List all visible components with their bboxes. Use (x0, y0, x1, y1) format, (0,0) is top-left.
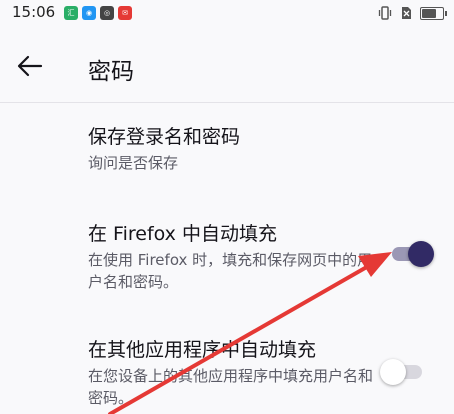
pref-title: 保存登录名和密码 (88, 126, 241, 148)
battery-level (422, 8, 436, 18)
app-bar: 密码 (0, 28, 454, 103)
autofill-other-apps-toggle[interactable] (380, 358, 428, 386)
autofill-other-apps-pref[interactable]: 在其他应用程序中自动填充 在您设备上的其他应用程序中填充用户名和密码。 (88, 337, 374, 409)
autofill-firefox-pref[interactable]: 在 Firefox 中自动填充 在使用 Firefox 时，填充和保存网页中的用… (88, 221, 374, 293)
pref-summary: 在使用 Firefox 时，填充和保存网页中的用户名和密码。 (88, 251, 373, 291)
wechat-work-icon: 汇 (64, 6, 78, 20)
status-right (378, 6, 447, 20)
arrow-left-icon (17, 55, 43, 77)
status-app-icons: 汇 ◉ ◎ ✉ (64, 6, 132, 20)
status-bar: 15:06 汇 ◉ ◎ ✉ (0, 0, 454, 28)
compass-icon: ◎ (100, 6, 114, 20)
pref-title: 在其他应用程序中自动填充 (88, 339, 317, 361)
page-title: 密码 (88, 59, 134, 85)
toggle-thumb (380, 359, 406, 385)
no-sim-icon (402, 7, 411, 19)
pref-summary: 询问是否保存 (88, 154, 179, 172)
autofill-firefox-toggle[interactable] (388, 240, 436, 268)
status-time: 15:06 (12, 3, 56, 21)
toggle-thumb (408, 241, 434, 267)
red-app-icon: ✉ (118, 6, 132, 20)
pref-title: 在 Firefox 中自动填充 (88, 223, 277, 245)
browser-icon: ◉ (82, 6, 96, 20)
pref-summary: 在您设备上的其他应用程序中填充用户名和密码。 (88, 367, 374, 407)
save-logins-pref[interactable]: 保存登录名和密码 询问是否保存 (88, 124, 428, 174)
back-button[interactable] (14, 50, 46, 82)
vibrate-icon (378, 6, 392, 20)
battery-icon (420, 6, 447, 20)
